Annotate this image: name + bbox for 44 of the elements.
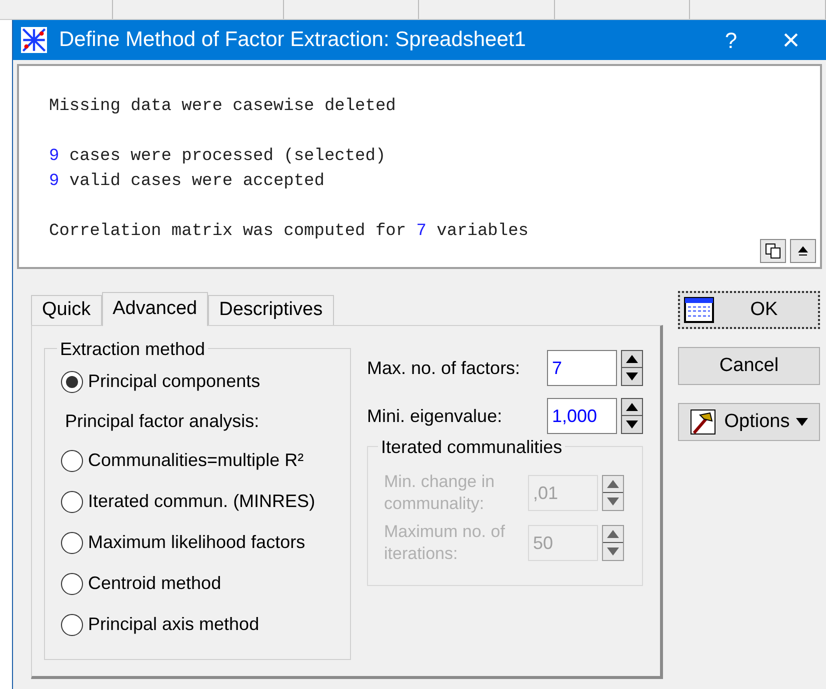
radio-button[interactable]: [61, 370, 83, 392]
tab[interactable]: Quick: [31, 295, 102, 325]
spin-button[interactable]: [602, 475, 624, 511]
copy-button[interactable]: [760, 239, 786, 263]
radio-label: Centroid method: [88, 572, 222, 595]
output-line: Missing data were casewise deleted: [49, 96, 397, 118]
copy-icon: [765, 243, 781, 259]
output-line: 9 cases were processed (selected): [49, 146, 387, 168]
radio-button[interactable]: [61, 532, 83, 554]
radio-label: Communalities=multiple R²: [88, 449, 304, 472]
spin-button[interactable]: [621, 350, 643, 386]
value-field[interactable]: 7: [547, 350, 617, 386]
radio-label: Maximum likelihood factors: [88, 531, 306, 554]
radio-button[interactable]: [61, 572, 83, 594]
output-line: Correlation matrix was computed for 7 variables: [49, 221, 530, 243]
radio-label: Principal axis method: [88, 613, 260, 636]
radio-button[interactable]: [61, 614, 83, 636]
table-icon: [684, 297, 714, 323]
tab[interactable]: Descriptives: [208, 295, 334, 325]
field-label: Mini. eigenvalue:: [367, 404, 502, 428]
spin-button[interactable]: [602, 525, 624, 561]
tab[interactable]: Advanced: [102, 292, 208, 326]
output-line: 9 valid cases were accepted: [49, 171, 326, 193]
radio-button[interactable]: [61, 450, 83, 472]
collapse-button[interactable]: [790, 239, 816, 263]
field-label: Min. change in communality:: [384, 471, 496, 515]
cancel-button[interactable]: Cancel: [678, 347, 820, 385]
ok-button[interactable]: OK: [678, 291, 820, 329]
window-title: Define Method of Factor Extraction: Spreadsheet1: [59, 27, 526, 54]
value-field[interactable]: 1,000: [547, 398, 617, 434]
field-label: Maximum no. of iterations:: [384, 521, 506, 565]
help-button[interactable]: ?: [706, 24, 756, 56]
radio-label: Iterated commun. (MINRES): [88, 490, 316, 513]
options-button[interactable]: Options: [678, 403, 820, 441]
section-label: Principal factor analysis:: [64, 410, 260, 433]
up-arrow-icon: [797, 245, 809, 257]
close-button[interactable]: ×: [756, 18, 826, 62]
dropdown-arrow-icon: [796, 418, 808, 426]
hammer-icon: [690, 409, 716, 435]
radio-button[interactable]: [61, 490, 83, 512]
radio-label: Principal components: [88, 370, 260, 393]
app-icon: [21, 27, 47, 53]
spin-button[interactable]: [621, 398, 643, 434]
field-label: Max. no. of factors:: [367, 356, 520, 380]
